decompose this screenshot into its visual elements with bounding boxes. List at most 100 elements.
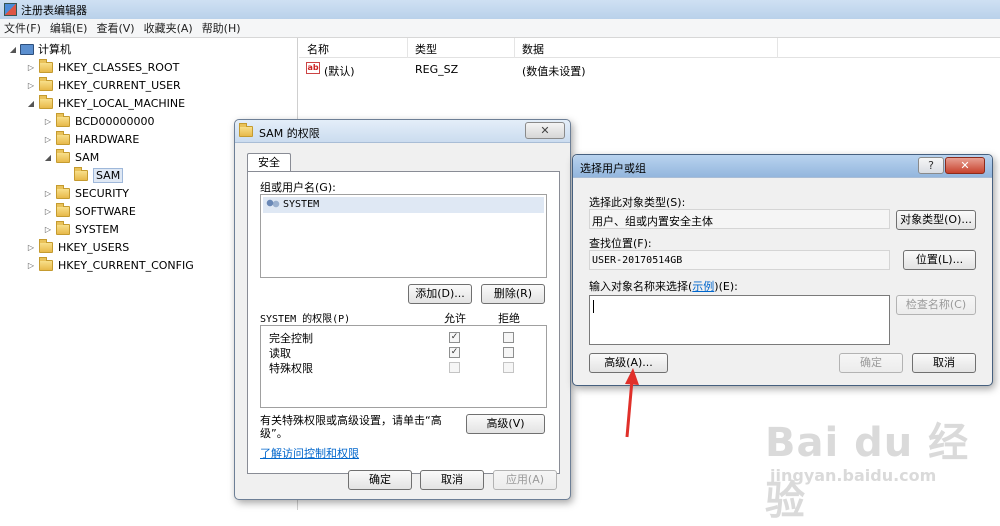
tree-item-hardware[interactable]: ▷ HARDWARE	[43, 130, 139, 148]
folder-icon	[74, 166, 88, 181]
permissions-label: SYSTEM 的权限(P)	[260, 314, 351, 325]
dialog-title: 选择用户或组	[580, 162, 646, 175]
column-divider[interactable]	[777, 38, 778, 58]
expand-arrow-icon[interactable]: ▷	[26, 261, 36, 270]
tree-item-system[interactable]: ▷ SYSTEM	[43, 220, 119, 238]
tab-panel-security: 组或用户名(G): SYSTEM 添加(D)... 删除(R) SYSTEM 的…	[247, 171, 560, 474]
locations-button[interactable]: 位置(L)...	[903, 250, 976, 270]
menu-view[interactable]: 查看(V)	[96, 20, 134, 36]
enter-object-names-label: 输入对象名称来选择(示例)(E):	[589, 280, 738, 293]
column-header-type[interactable]: 类型	[415, 41, 437, 57]
tree-item-hkcr[interactable]: ▷ HKEY_CLASSES_ROOT	[26, 58, 179, 76]
expand-arrow-icon[interactable]: ▷	[43, 189, 53, 198]
collapse-arrow-icon[interactable]: ◢	[8, 45, 18, 54]
expand-arrow-icon[interactable]: ▷	[26, 63, 36, 72]
expand-arrow-icon[interactable]: ▷	[43, 117, 53, 126]
location-field: USER-20170514GB	[589, 250, 890, 270]
folder-icon	[56, 184, 70, 199]
value-name: (默认)	[324, 65, 355, 78]
access-control-help-link[interactable]: 了解访问控制和权限	[260, 445, 359, 461]
add-button[interactable]: 添加(D)...	[408, 284, 472, 304]
user-name: SYSTEM	[283, 199, 320, 210]
tree-item-computer[interactable]: ◢ 计算机	[8, 40, 71, 58]
tree-item-label: SAM	[75, 150, 100, 164]
tree-item-label: 计算机	[38, 43, 71, 56]
dialog-titlebar[interactable]: 选择用户或组 ? ✕	[573, 155, 992, 178]
remove-button[interactable]: 删除(R)	[481, 284, 545, 304]
column-header-data[interactable]: 数据	[522, 41, 544, 57]
computer-icon	[20, 43, 34, 55]
tree-item-sam-child[interactable]: SAM	[61, 166, 124, 184]
permission-name: 特殊权限	[269, 362, 313, 375]
dialog-titlebar[interactable]: SAM 的权限 ✕	[235, 120, 570, 143]
list-item[interactable]: ab (默认) REG_SZ (数值未设置)	[299, 60, 1000, 78]
string-value-icon: ab	[306, 62, 320, 74]
folder-open-icon	[56, 148, 70, 163]
group-user-label: 组或用户名(G):	[260, 181, 336, 194]
cancel-button[interactable]: 取消	[420, 470, 484, 490]
tree-item-software[interactable]: ▷ SOFTWARE	[43, 202, 136, 220]
tab-security[interactable]: 安全	[247, 153, 291, 172]
menu-help[interactable]: 帮助(H)	[202, 20, 241, 36]
menubar: 文件(F) 编辑(E) 查看(V) 收藏夹(A) 帮助(H)	[0, 19, 1000, 38]
regedit-app-icon	[4, 3, 17, 16]
list-item[interactable]: SYSTEM	[263, 197, 544, 213]
select-users-dialog: 选择用户或组 ? ✕ 选择此对象类型(S): 用户、组或内置安全主体 对象类型(…	[572, 154, 993, 386]
examples-link[interactable]: 示例	[692, 280, 714, 293]
expand-arrow-icon[interactable]: ▷	[43, 225, 53, 234]
close-icon[interactable]: ✕	[945, 157, 985, 174]
tree-item-security[interactable]: ▷ SECURITY	[43, 184, 129, 202]
cancel-button[interactable]: 取消	[912, 353, 976, 373]
expand-arrow-icon[interactable]: ▷	[26, 243, 36, 252]
tree-item-bcd[interactable]: ▷ BCD00000000	[43, 112, 155, 130]
advanced-button[interactable]: 高级(A)...	[589, 353, 668, 373]
menu-file[interactable]: 文件(F)	[4, 20, 41, 36]
dialog-title: SAM 的权限	[259, 127, 320, 140]
value-type: REG_SZ	[415, 63, 459, 76]
ok-button[interactable]: 确定	[348, 470, 412, 490]
tree-item-sam[interactable]: ◢ SAM	[43, 148, 99, 166]
tree-item-label: HARDWARE	[75, 132, 140, 146]
expand-arrow-icon[interactable]: ▷	[26, 81, 36, 90]
deny-header: 拒绝	[498, 312, 520, 325]
collapse-arrow-icon[interactable]: ◢	[43, 153, 53, 162]
collapse-arrow-icon[interactable]: ◢	[26, 99, 36, 108]
folder-icon	[239, 123, 253, 137]
value-data: (数值未设置)	[522, 65, 586, 78]
object-types-button[interactable]: 对象类型(O)...	[896, 210, 976, 230]
allow-checkbox-read[interactable]: ✓	[449, 347, 460, 358]
close-icon[interactable]: ✕	[525, 122, 565, 139]
tree-item-hkcu[interactable]: ▷ HKEY_CURRENT_USER	[26, 76, 181, 94]
menu-favorites[interactable]: 收藏夹(A)	[144, 20, 193, 36]
window-title: 注册表编辑器	[21, 3, 87, 17]
allow-checkbox-full-control[interactable]: ✓	[449, 332, 460, 343]
menu-edit[interactable]: 编辑(E)	[50, 20, 88, 36]
deny-checkbox-read[interactable]	[503, 347, 514, 358]
deny-checkbox-special	[503, 362, 514, 373]
tree-item-label: HKEY_CURRENT_CONFIG	[58, 258, 194, 272]
permission-name: 读取	[269, 347, 291, 360]
advanced-button[interactable]: 高级(V)	[466, 414, 545, 434]
tree-item-hku[interactable]: ▷ HKEY_USERS	[26, 238, 129, 256]
expand-arrow-icon[interactable]: ▷	[43, 135, 53, 144]
folder-icon	[39, 238, 53, 253]
object-type-label: 选择此对象类型(S):	[589, 196, 686, 209]
object-names-input[interactable]	[589, 295, 890, 345]
deny-checkbox-full-control[interactable]	[503, 332, 514, 343]
folder-icon	[56, 220, 70, 235]
tree-item-hkcc[interactable]: ▷ HKEY_CURRENT_CONFIG	[26, 256, 194, 274]
permission-name: 完全控制	[269, 332, 313, 345]
tree-item-label: HKEY_CLASSES_ROOT	[58, 60, 180, 74]
help-icon[interactable]: ?	[918, 157, 944, 174]
tree-item-hklm[interactable]: ◢ HKEY_LOCAL_MACHINE	[26, 94, 185, 112]
expand-arrow-icon[interactable]: ▷	[43, 207, 53, 216]
folder-icon	[39, 76, 53, 91]
column-header-name[interactable]: 名称	[307, 41, 329, 57]
tree-item-label: SYSTEM	[75, 222, 119, 236]
user-list[interactable]: SYSTEM	[260, 194, 547, 278]
column-divider[interactable]	[514, 38, 515, 58]
apply-button: 应用(A)	[493, 470, 557, 490]
check-names-button: 检查名称(C)	[896, 295, 976, 315]
column-divider[interactable]	[407, 38, 408, 58]
object-type-field: 用户、组或内置安全主体	[589, 209, 890, 229]
